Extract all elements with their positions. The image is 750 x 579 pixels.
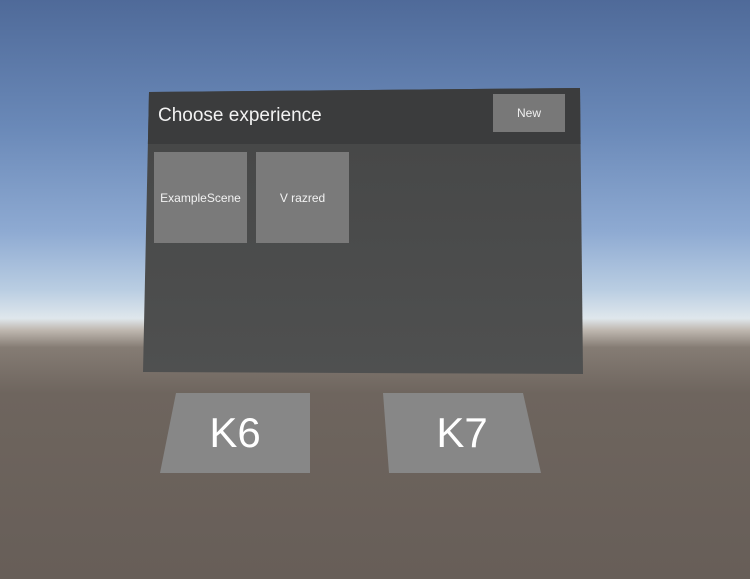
panel-title: Choose experience xyxy=(158,105,322,126)
experience-tile-v-razred[interactable]: V razred xyxy=(256,152,349,243)
panel-header: Choose experience New xyxy=(143,88,583,144)
new-button[interactable]: New xyxy=(493,94,565,132)
experience-panel: Choose experience New ExampleScene V raz… xyxy=(143,88,583,374)
experience-list: ExampleScene V razred xyxy=(154,152,349,243)
k6-button[interactable]: K6 xyxy=(160,393,310,473)
experience-tile-examplescene[interactable]: ExampleScene xyxy=(154,152,247,243)
k7-button[interactable]: K7 xyxy=(383,393,541,473)
